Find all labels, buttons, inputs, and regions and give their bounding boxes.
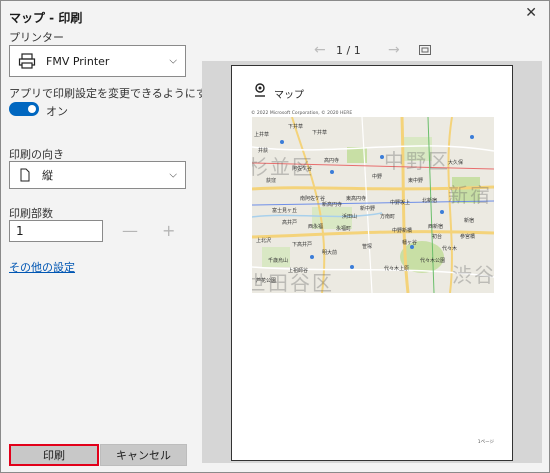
map-station-label: 高円寺 bbox=[324, 158, 340, 164]
page-counter: 1 / 1 bbox=[336, 44, 361, 57]
map-station-label: 高井戸 bbox=[282, 220, 298, 226]
map-station-label: 上北沢 bbox=[256, 238, 272, 244]
printer-name: FMV Printer bbox=[46, 54, 110, 68]
map-station-label: 明大前 bbox=[322, 250, 338, 256]
chevron-down-icon: ⌵ bbox=[169, 169, 177, 181]
page-footer: 1ページ bbox=[477, 440, 494, 445]
map-station-label: 上祖師谷 bbox=[288, 268, 309, 274]
map-station-label: 荻窪 bbox=[266, 178, 277, 184]
map-station-label: 南阿佐ケ谷 bbox=[300, 196, 326, 202]
map-station-label: 北新宿 bbox=[422, 198, 438, 204]
map-station-label: 代々木 bbox=[442, 246, 458, 252]
map-station-label: 方南町 bbox=[380, 214, 396, 220]
printer-label: プリンター bbox=[9, 31, 64, 44]
map-ward-label: 新宿区 bbox=[448, 183, 494, 207]
window-title: マップ - 印刷 bbox=[9, 11, 83, 25]
map-ward-label: 渋谷区 bbox=[452, 263, 494, 287]
map-station-label: 東中野 bbox=[408, 178, 424, 184]
map-station-label: 富士見ヶ丘 bbox=[272, 208, 298, 214]
map-station-label: 大久保 bbox=[448, 160, 464, 166]
preview-page: マップ © 2022 Microsoft Corporation, © 2020… bbox=[231, 65, 513, 461]
map-copyright: © 2022 Microsoft Corporation, © 2020 HER… bbox=[251, 111, 353, 116]
map-station-label: 下高井戸 bbox=[292, 242, 313, 248]
map-station-label: 代々木上原 bbox=[384, 266, 410, 272]
map-title: マップ bbox=[274, 90, 304, 101]
more-settings-link[interactable]: その他の設定 bbox=[9, 259, 75, 275]
previous-page-icon[interactable]: ← bbox=[314, 42, 326, 58]
map-station-label: 浜田山 bbox=[342, 214, 358, 220]
copies-label: 印刷部数 bbox=[9, 207, 53, 220]
map-station-label: 永福町 bbox=[336, 226, 352, 232]
close-icon[interactable]: ✕ bbox=[525, 5, 537, 21]
decrement-button[interactable]: — bbox=[122, 221, 138, 240]
orientation-label: 印刷の向き bbox=[9, 148, 64, 161]
map-station-label: 中野新橋 bbox=[392, 228, 413, 234]
map-station-label: 上井草 bbox=[254, 132, 270, 138]
map-station-label: 新中野 bbox=[360, 206, 376, 212]
map-station-label: 中野坂上 bbox=[390, 200, 411, 206]
map-station-label: 西永福 bbox=[308, 224, 324, 230]
map-station-label: 代々木公園 bbox=[420, 258, 446, 264]
cancel-button[interactable]: キャンセル bbox=[100, 444, 187, 466]
app-settings-label: アプリで印刷設定を変更できるようにする bbox=[9, 87, 218, 100]
map-station-label: 下井草 bbox=[312, 130, 328, 136]
map-pin-icon bbox=[254, 83, 266, 97]
print-button[interactable]: 印刷 bbox=[9, 444, 99, 466]
map-image: 杉並区 中野区 新宿区 渋谷区 世田谷区 下井草 下井草 荻窪 高円寺 中野 東… bbox=[252, 117, 494, 293]
map-station-label: 井荻 bbox=[258, 148, 269, 154]
map-station-label: 参宮橋 bbox=[460, 234, 476, 240]
map-station-label: 芦花公園 bbox=[256, 278, 277, 284]
map-station-label: 東高円寺 bbox=[346, 196, 367, 202]
map-station-label: 幡ヶ谷 bbox=[402, 240, 418, 246]
map-station-label: 千歳烏山 bbox=[268, 258, 289, 264]
next-page-icon[interactable]: → bbox=[388, 42, 400, 58]
toggle-state-label: オン bbox=[46, 105, 68, 118]
orientation-select[interactable]: 縦 ⌵ bbox=[9, 161, 186, 189]
fit-page-icon[interactable] bbox=[419, 44, 431, 55]
map-station-label: 阿佐ケ谷 bbox=[292, 166, 313, 172]
printer-icon bbox=[18, 52, 36, 70]
printer-select[interactable]: FMV Printer ⌵ bbox=[9, 45, 186, 77]
map-station-label: 下井草 bbox=[288, 124, 304, 130]
map-station-label: 新高円寺 bbox=[322, 202, 343, 208]
increment-button[interactable]: + bbox=[162, 221, 175, 240]
map-station-label: 新宿 bbox=[464, 218, 475, 224]
copies-input[interactable]: 1 bbox=[9, 220, 103, 242]
map-station-label: 西新宿 bbox=[428, 224, 444, 230]
portrait-page-icon bbox=[20, 168, 30, 182]
map-station-label: 中野 bbox=[372, 174, 383, 180]
orientation-value: 縦 bbox=[42, 169, 53, 182]
chevron-down-icon: ⌵ bbox=[169, 55, 177, 67]
map-station-label: 初台 bbox=[432, 234, 443, 240]
map-station-label: 笹塚 bbox=[362, 244, 373, 250]
print-dialog: マップ - 印刷 ✕ プリンター FMV Printer ⌵ アプリで印刷設定を… bbox=[0, 0, 550, 473]
map-ward-label: 中野区 bbox=[384, 149, 450, 173]
app-settings-toggle[interactable] bbox=[9, 102, 39, 116]
